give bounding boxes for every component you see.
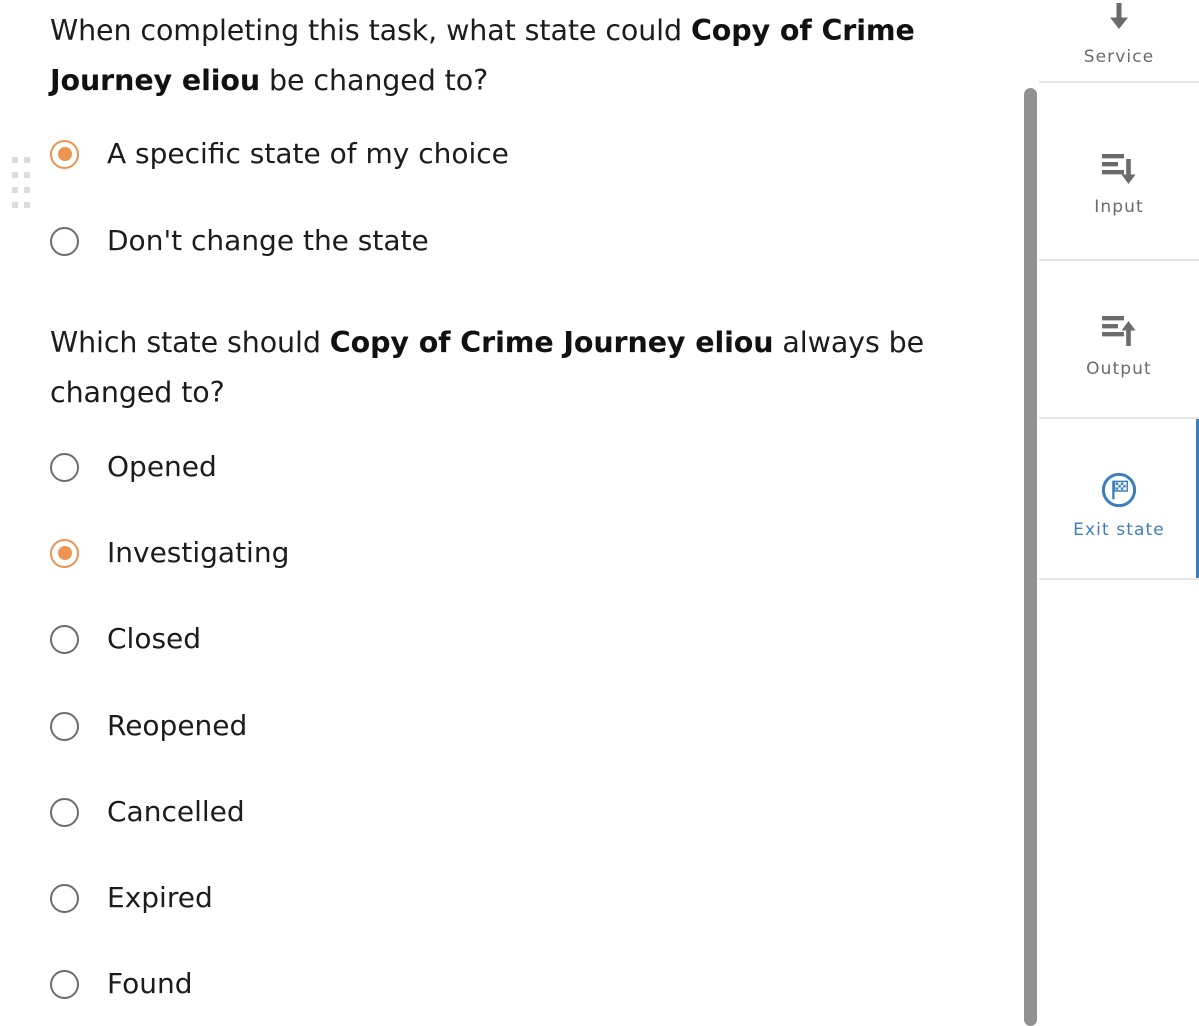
question-1-text-before: When completing this task, what state co… (50, 14, 691, 47)
radio-button-unselected[interactable] (50, 711, 79, 741)
radio-label: Cancelled (107, 795, 245, 828)
radio-option-investigating[interactable]: Investigating (50, 530, 289, 576)
drag-dot (12, 172, 18, 178)
lines-arrow-down-icon (1099, 151, 1139, 191)
panel-item-label: Service (1083, 47, 1155, 67)
arrow-down-icon (1102, 0, 1136, 41)
radio-option-reopened[interactable]: Reopened (50, 703, 247, 749)
radio-button-unselected[interactable] (50, 226, 79, 256)
radio-label: Found (107, 967, 193, 1000)
radio-button-unselected[interactable] (50, 452, 79, 482)
radio-button-unselected[interactable] (50, 624, 79, 654)
checkered-flag-icon (1099, 470, 1139, 514)
radio-option-expired[interactable]: Expired (50, 875, 213, 921)
form-panel: When completing this task, what state co… (0, 0, 1012, 1026)
panel-item-exit-state[interactable]: Exit state (1039, 419, 1199, 578)
radio-button-selected[interactable] (50, 139, 79, 169)
vertical-scrollbar-thumb[interactable] (1024, 88, 1037, 1026)
question-1-text: When completing this task, what state co… (50, 6, 950, 106)
drag-dot (12, 157, 18, 163)
drag-handle[interactable] (12, 157, 36, 215)
radio-option-dont-change-the-state[interactable]: Don't change the state (50, 218, 429, 264)
drag-dot (24, 187, 30, 193)
radio-label: Reopened (107, 709, 248, 742)
drag-dot (24, 172, 30, 178)
radio-label: Expired (107, 881, 213, 914)
right-side-panel: Service Input Output Exit state (1039, 0, 1199, 1026)
radio-button-unselected[interactable] (50, 883, 79, 913)
radio-option-a-specific-state-of-my-choice[interactable]: A specific state of my choice (50, 131, 509, 177)
radio-label: A specific state of my choice (107, 137, 509, 170)
question-1-text-after: be changed to? (260, 64, 489, 97)
drag-dot (24, 157, 30, 163)
panel-item-label: Exit state (1073, 520, 1165, 540)
panel-item-label: Input (1094, 197, 1144, 217)
question-2-text: Which state should Copy of Crime Journey… (50, 318, 950, 418)
question-2-text-before: Which state should (50, 326, 330, 359)
radio-option-cancelled[interactable]: Cancelled (50, 789, 245, 835)
panel-item-service[interactable]: Service (1039, 0, 1199, 81)
drag-dot (24, 202, 30, 208)
radio-label: Closed (107, 622, 202, 655)
radio-label: Don't change the state (107, 224, 429, 257)
question-2-text-bold: Copy of Crime Journey eliou (329, 326, 774, 359)
panel-item-output[interactable]: Output (1039, 261, 1199, 417)
radio-option-opened[interactable]: Opened (50, 444, 217, 490)
radio-button-selected[interactable] (50, 538, 79, 568)
radio-label: Investigating (107, 536, 290, 569)
lines-arrow-up-icon (1099, 313, 1139, 353)
radio-button-unselected[interactable] (50, 797, 79, 827)
radio-option-closed[interactable]: Closed (50, 616, 201, 662)
drag-dot (12, 202, 18, 208)
radio-label: Opened (107, 450, 217, 483)
radio-option-found[interactable]: Found (50, 961, 193, 1007)
panel-item-input[interactable]: Input (1039, 83, 1199, 259)
panel-divider (1039, 578, 1199, 580)
radio-button-unselected[interactable] (50, 969, 79, 999)
drag-dot (12, 187, 18, 193)
panel-item-label: Output (1086, 359, 1152, 379)
